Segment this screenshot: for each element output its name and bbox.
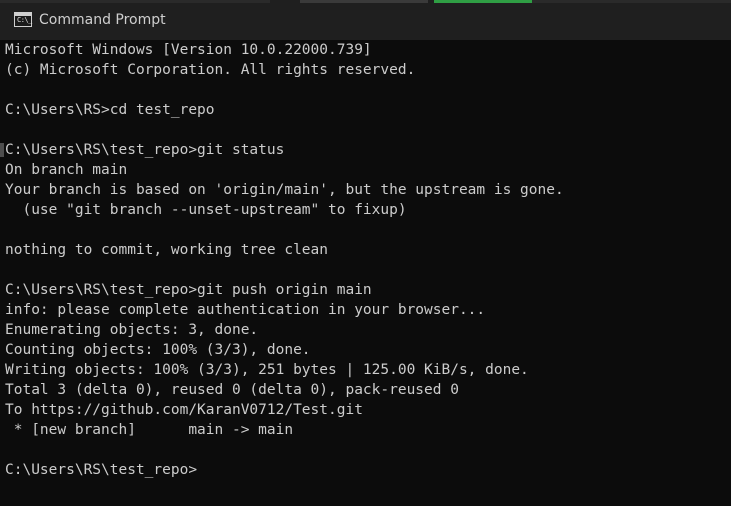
console-line: (use "git branch --unset-upstream" to fi… [5,202,407,218]
console-line: Total 3 (delta 0), reused 0 (delta 0), p… [5,382,459,398]
console-line: Your branch is based on 'origin/main', b… [5,182,564,198]
console-line: C:\Users\RS>cd test_repo [5,102,215,118]
taskbar-strip-right [532,0,731,3]
console-line: Enumerating objects: 3, done. [5,322,259,338]
console-line: info: please complete authentication in … [5,302,486,318]
taskbar-strip-left [0,0,270,3]
console-line: C:\Users\RS\test_repo>git push origin ma… [5,282,372,298]
command-prompt-icon: C:\_ [14,12,32,27]
console-output[interactable]: Microsoft Windows [Version 10.0.22000.73… [5,40,729,480]
console-line: To https://github.com/KaranV0712/Test.gi… [5,402,363,418]
console-line: C:\Users\RS\test_repo>git status [5,142,285,158]
console-line: Microsoft Windows [Version 10.0.22000.73… [5,42,372,58]
console-line: (c) Microsoft Corporation. All rights re… [5,62,416,78]
console-line: * [new branch] main -> main [5,422,294,438]
command-prompt-window: C:\_ Command Prompt Microsoft Windows [V… [0,0,731,506]
taskbar-strip-middle [300,0,428,3]
console-line: On branch main [5,162,128,178]
console-line: Writing objects: 100% (3/3), 251 bytes |… [5,362,529,378]
window-title: Command Prompt [39,12,166,28]
icon-prompt-text: C:\_ [17,16,32,24]
console-line: Counting objects: 100% (3/3), done. [5,342,311,358]
title-bar[interactable]: C:\_ Command Prompt [0,0,731,40]
console-prompt-line[interactable]: C:\Users\RS\test_repo> [5,460,729,480]
taskbar-strip-active [434,0,532,3]
console-line: nothing to commit, working tree clean [5,242,329,258]
left-edge-marker [0,143,4,157]
